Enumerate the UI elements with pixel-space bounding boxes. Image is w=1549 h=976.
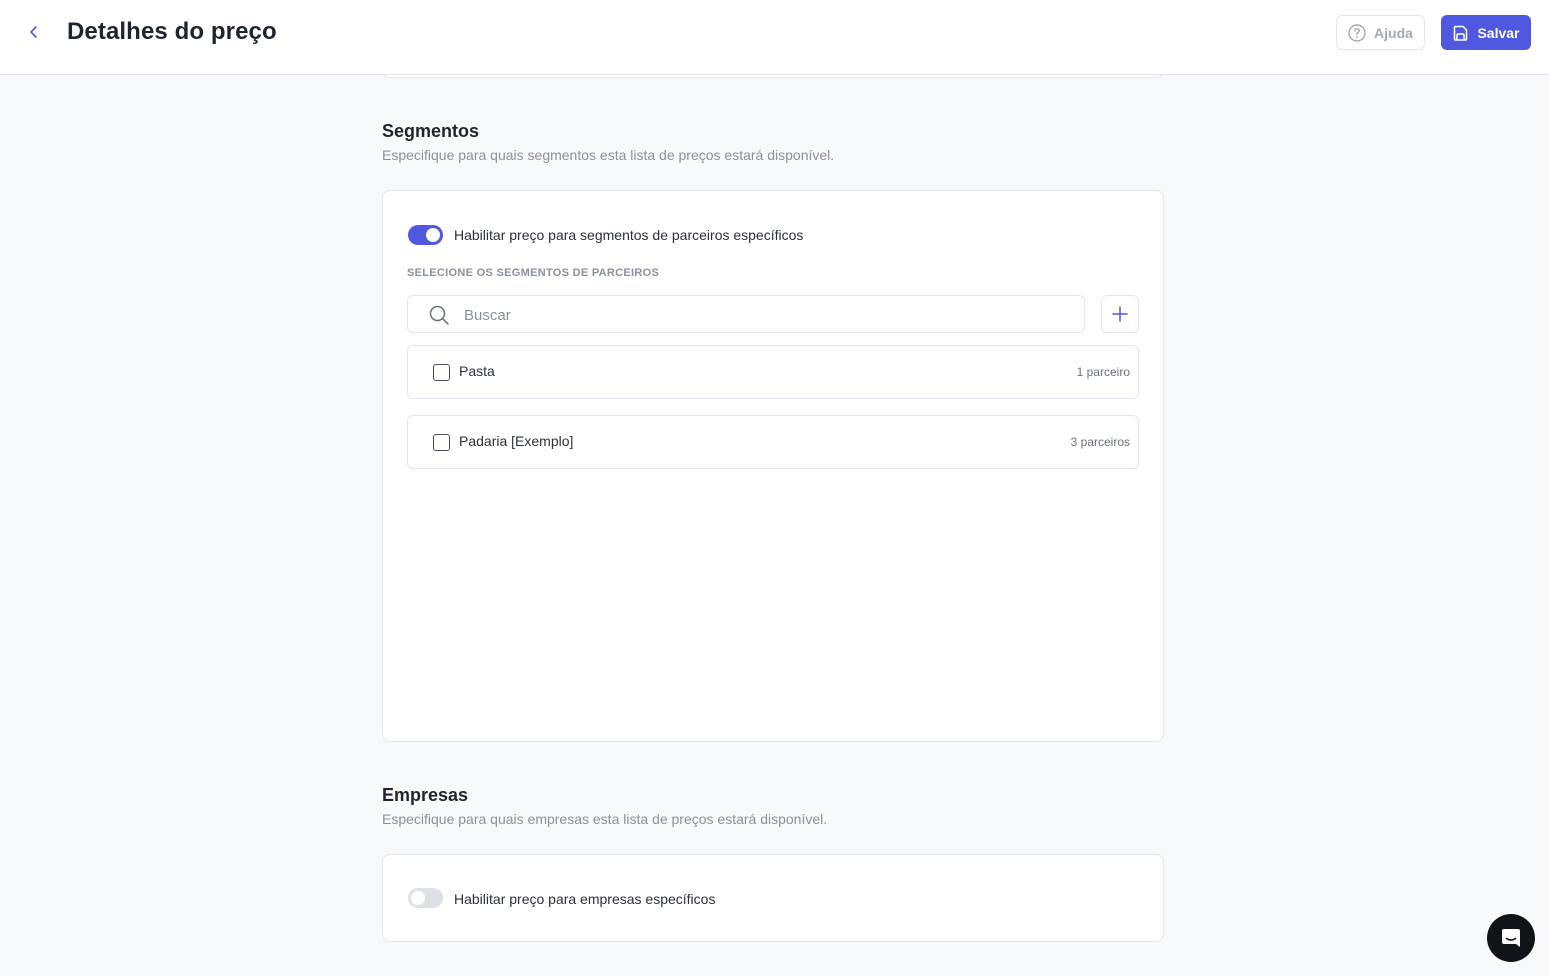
segment-checkbox[interactable]: [433, 364, 450, 381]
save-icon: [1454, 25, 1468, 41]
help-button[interactable]: Ajuda: [1336, 15, 1425, 50]
segments-section-title: Segmentos: [382, 121, 480, 141]
segments-toggle[interactable]: [408, 225, 443, 245]
question-circle-icon: [1348, 23, 1366, 42]
segments-toggle-label: Habilitar preço para segmentos de parcei…: [454, 227, 804, 243]
page-title: Detalhes do preço: [67, 18, 277, 45]
companies-toggle[interactable]: [408, 888, 443, 908]
segment-name: Padaria [Exemplo]: [459, 433, 574, 449]
add-segment-button[interactable]: [1101, 295, 1139, 333]
toggle-knob: [411, 891, 425, 905]
save-button[interactable]: Salvar: [1441, 15, 1531, 50]
segments-card: Habilitar preço para segmentos de parcei…: [382, 190, 1164, 742]
companies-section-description: Especifique para quais empresas esta lis…: [382, 811, 828, 827]
segment-checkbox[interactable]: [433, 434, 450, 451]
chat-icon: [1502, 929, 1520, 947]
back-button[interactable]: [22, 20, 46, 44]
segments-section-description: Especifique para quais segmentos esta li…: [382, 147, 835, 163]
companies-section-title: Empresas: [382, 785, 469, 805]
select-segments-heading: SELECIONE OS SEGMENTOS DE PARCEIROS: [407, 267, 660, 279]
segment-partner-count: 1 parceiro: [1076, 365, 1130, 379]
help-button-label: Ajuda: [1374, 24, 1413, 41]
companies-card: Habilitar preço para empresas específico…: [382, 854, 1164, 942]
toggle-knob: [426, 228, 440, 242]
search-input[interactable]: [464, 304, 1064, 326]
chevron-left-icon: [30, 26, 37, 38]
save-button-label: Salvar: [1477, 24, 1520, 41]
segment-name: Pasta: [459, 363, 495, 379]
search-icon: [429, 305, 449, 325]
plus-icon: [1112, 306, 1128, 322]
companies-toggle-label: Habilitar preço para empresas específico…: [454, 891, 716, 907]
segment-partner-count: 3 parceiros: [1070, 435, 1130, 449]
segment-row[interactable]: Padaria [Exemplo] 3 parceiros: [407, 415, 1139, 469]
chat-launcher-button[interactable]: [1487, 914, 1535, 962]
top-bar: Detalhes do preço Ajuda Salvar: [0, 0, 1549, 75]
segment-search[interactable]: [407, 295, 1085, 333]
segment-row[interactable]: Pasta 1 parceiro: [407, 345, 1139, 399]
